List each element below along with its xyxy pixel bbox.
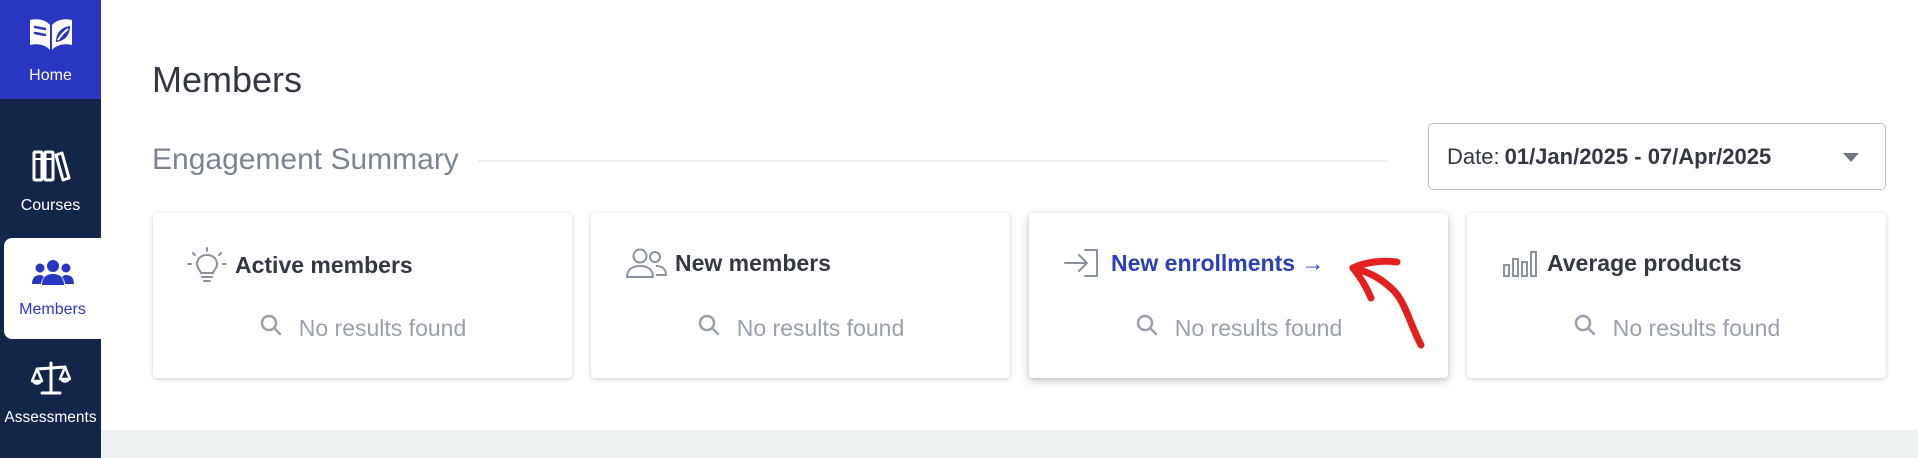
card-title: New members [675,249,831,276]
book-leaf-icon [26,14,76,59]
annotation-arrow-icon [1325,250,1435,360]
new-members-card: New members No results found [591,213,1010,378]
empty-state-text: No results found [298,314,467,341]
sidebar-item-courses[interactable]: Courses [0,133,101,229]
sidebar-item-label: Assessments [4,408,97,426]
sidebar-item-members[interactable]: Members [4,238,101,339]
sidebar-item-home[interactable]: Home [0,0,101,99]
empty-state-text: No results found [736,314,905,341]
date-range-value: 01/Jan/2025 - 07/Apr/2025 [1504,143,1772,169]
lightbulb-icon [187,247,227,283]
section-title: Engagement Summary [152,143,459,176]
books-icon [31,148,71,189]
card-header: New members [625,247,831,279]
card-title: Average products [1547,249,1742,276]
users-icon [31,258,74,293]
empty-state-text: No results found [1612,314,1781,341]
average-products-card: Average products No results found [1467,213,1886,378]
date-label: Date: [1447,143,1500,169]
empty-state-text: No results found [1174,314,1343,341]
sidebar-item-label: Courses [20,196,81,214]
date-range-select[interactable]: Date: 01/Jan/2025 - 07/Apr/2025 [1428,123,1886,190]
content-band [101,430,1918,458]
active-members-card: Active members No results found [153,213,572,378]
sidebar-item-label: Home [29,67,72,84]
people-icon [625,247,667,279]
empty-state: No results found [153,313,572,343]
sidebar-item-label: Members [19,301,86,318]
chevron-down-icon[interactable] [1843,153,1859,162]
search-icon [697,313,737,343]
search-icon [259,313,299,343]
sign-in-icon [1063,247,1103,279]
bar-chart-icon [1501,247,1539,279]
search-icon [1135,313,1175,343]
page-title: Members [152,59,303,100]
section-divider [478,160,1388,162]
new-enrollments-link[interactable]: New enrollments → [1111,250,1324,277]
card-title: Active members [235,251,413,278]
search-icon [1573,313,1613,343]
scales-icon [30,360,71,401]
sidebar-item-assessments[interactable]: Assessments [0,343,101,443]
card-header: New enrollments → [1063,247,1324,279]
empty-state: No results found [1467,313,1886,343]
card-header: Average products [1501,247,1742,279]
sidebar: Home Courses Members Assessments [0,0,101,458]
app-window: Home Courses Members Assessments Members… [0,0,1918,458]
empty-state: No results found [591,313,1010,343]
card-header: Active members [187,247,413,283]
